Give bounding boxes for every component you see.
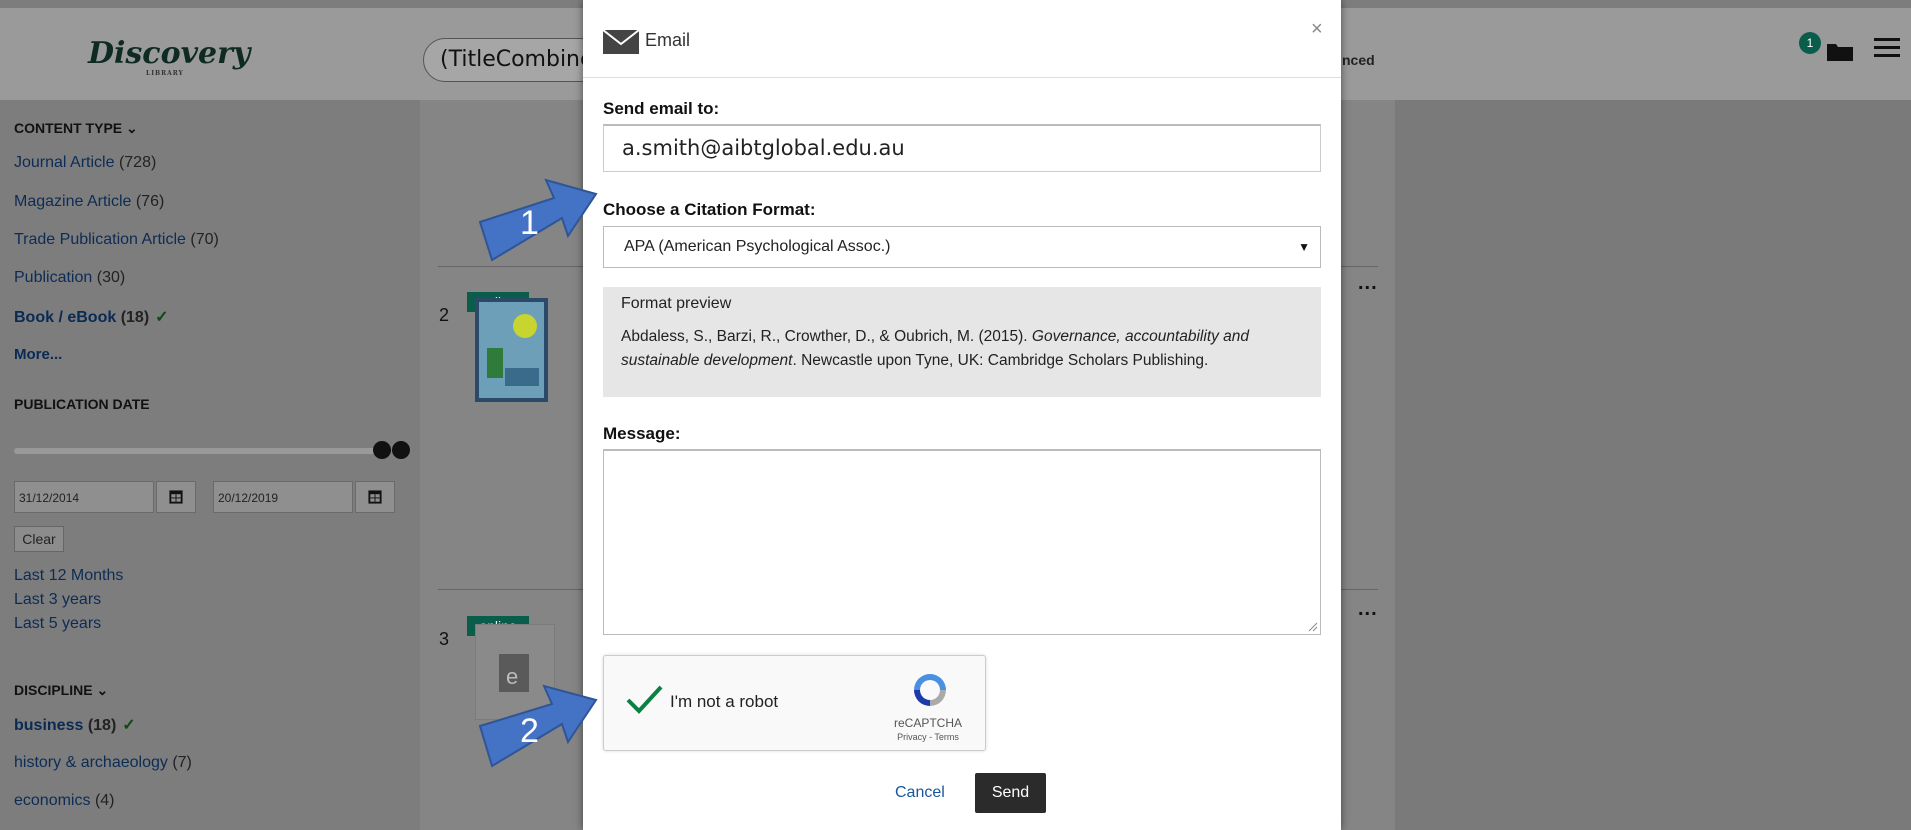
result-number: 2 (439, 305, 450, 325)
chevron-down-icon: ⌄ (96, 682, 109, 698)
discipline-item-business[interactable]: business (18) ✓ (14, 715, 136, 735)
facet-label: Trade Publication Article (14, 231, 186, 248)
format-preview-title: Format preview (621, 295, 732, 312)
date-to-input[interactable]: 20/12/2019 (213, 481, 353, 513)
facet-item-trade-publication[interactable]: Trade Publication Article (70) (14, 231, 219, 249)
citation-preview-text: Abdaless, S., Barzi, R., Crowther, D., &… (621, 325, 1303, 373)
date-from-input[interactable]: 31/12/2014 (14, 481, 154, 513)
facet-count: (18) (87, 717, 117, 734)
facet-label: economics (14, 792, 91, 809)
facet-label: history & archaeology (14, 754, 168, 771)
folder-icon[interactable] (1826, 40, 1854, 62)
date-shortcut-last-3-years[interactable]: Last 3 years (14, 591, 101, 609)
facet-count: (728) (118, 154, 157, 171)
slider-handle-start[interactable] (373, 441, 391, 459)
callout-arrow-1: 1 (478, 178, 598, 262)
discipline-heading[interactable]: DISCIPLINE ⌄ (14, 682, 108, 699)
more-options-icon[interactable]: ... (1358, 598, 1378, 621)
facet-label: Magazine Article (14, 193, 132, 210)
checkmark-icon: ✓ (122, 717, 136, 734)
date-range-slider[interactable] (14, 448, 382, 454)
message-textarea[interactable] (603, 449, 1321, 635)
send-button[interactable]: Send (975, 773, 1046, 813)
dropdown-arrow-icon: ▼ (1298, 240, 1310, 254)
logo-subtitle: LIBRARY (146, 70, 184, 77)
discipline-item-economics[interactable]: economics (4) (14, 792, 115, 810)
cancel-button[interactable]: Cancel (895, 784, 945, 802)
email-field[interactable]: a.smith@aibtglobal.edu.au (603, 124, 1321, 172)
facet-count: (70) (190, 231, 219, 248)
facet-label: Publication (14, 269, 93, 286)
callout-number-1: 1 (520, 204, 539, 242)
right-panel (1395, 100, 1911, 830)
captcha-label: I'm not a robot (670, 692, 779, 711)
publication-date-heading: PUBLICATION DATE (14, 396, 150, 412)
callout-arrow-2: 2 (478, 684, 598, 768)
facet-count: (18) (120, 309, 150, 326)
facet-count: (4) (94, 792, 115, 809)
email-dialog: Email × Send email to: a.smith@aibtgloba… (583, 0, 1341, 830)
result-number: 3 (439, 629, 450, 649)
folder-count-badge: 1 (1799, 32, 1821, 54)
logo[interactable]: Discovery LIBRARY (88, 36, 251, 77)
discipline-heading-label: DISCIPLINE (14, 682, 93, 698)
citation-publisher: . Newcastle upon Tyne, UK: Cambridge Sch… (792, 352, 1209, 369)
clear-dates-button[interactable]: Clear (14, 526, 64, 552)
citation-format-select[interactable]: APA (American Psychological Assoc.) ▼ (603, 226, 1321, 268)
content-type-heading[interactable]: CONTENT TYPE ⌄ (14, 120, 138, 137)
facet-item-magazine-article[interactable]: Magazine Article (76) (14, 193, 164, 211)
facet-label: Book / eBook (14, 309, 117, 326)
callout-number-2: 2 (520, 712, 539, 750)
resize-handle-icon[interactable] (1308, 622, 1318, 632)
message-label: Message: (603, 424, 681, 443)
more-content-types-link[interactable]: More... (14, 346, 62, 363)
calendar-icon[interactable] (156, 481, 196, 513)
content-type-heading-label: CONTENT TYPE (14, 120, 123, 136)
hamburger-menu-icon[interactable] (1874, 36, 1900, 60)
facet-item-journal-article[interactable]: Journal Article (728) (14, 154, 156, 172)
facet-count: (30) (96, 269, 126, 286)
send-to-label: Send email to: (603, 99, 720, 118)
format-preview: Format preview Abdaless, S., Barzi, R., … (603, 287, 1321, 397)
discipline-item-history[interactable]: history & archaeology (7) (14, 754, 192, 772)
recaptcha-logo-icon (914, 674, 946, 706)
envelope-icon (603, 30, 639, 54)
facet-item-publication[interactable]: Publication (30) (14, 269, 125, 287)
dialog-header: Email × (583, 0, 1341, 78)
facet-item-book-ebook[interactable]: Book / eBook (18) ✓ (14, 307, 169, 327)
chevron-down-icon: ⌄ (126, 120, 138, 136)
date-shortcut-last-5-years[interactable]: Last 5 years (14, 615, 101, 633)
recaptcha-widget: I'm not a robot reCAPTCHA Privacy - Term… (603, 655, 986, 751)
citation-authors: Abdaless, S., Barzi, R., Crowther, D., &… (621, 328, 1032, 345)
logo-text: Discovery (88, 36, 251, 71)
facet-count: (7) (172, 754, 192, 771)
recaptcha-brand: reCAPTCHA (893, 716, 962, 730)
more-options-icon[interactable]: ... (1358, 272, 1378, 295)
page: Discovery LIBRARY (TitleCombined nced 1 C… (0, 0, 1911, 830)
facet-count: (76) (135, 193, 165, 210)
recaptcha-privacy-terms[interactable]: Privacy - Terms (888, 732, 968, 742)
slider-handle-end[interactable] (392, 441, 410, 459)
dialog-title: Email (645, 30, 691, 50)
facet-label: business (14, 717, 84, 734)
citation-format-value: APA (American Psychological Assoc.) (624, 238, 891, 255)
advanced-search-link[interactable]: nced (1342, 52, 1375, 68)
checkmark-icon: ✓ (155, 309, 169, 326)
close-icon[interactable]: × (1311, 18, 1323, 41)
checkmark-icon[interactable] (624, 680, 664, 720)
calendar-icon[interactable] (355, 481, 395, 513)
date-shortcut-last-12-months[interactable]: Last 12 Months (14, 567, 123, 585)
citation-format-label: Choose a Citation Format: (603, 200, 816, 219)
book-cover-thumbnail[interactable] (475, 298, 548, 402)
facet-label: Journal Article (14, 154, 115, 171)
